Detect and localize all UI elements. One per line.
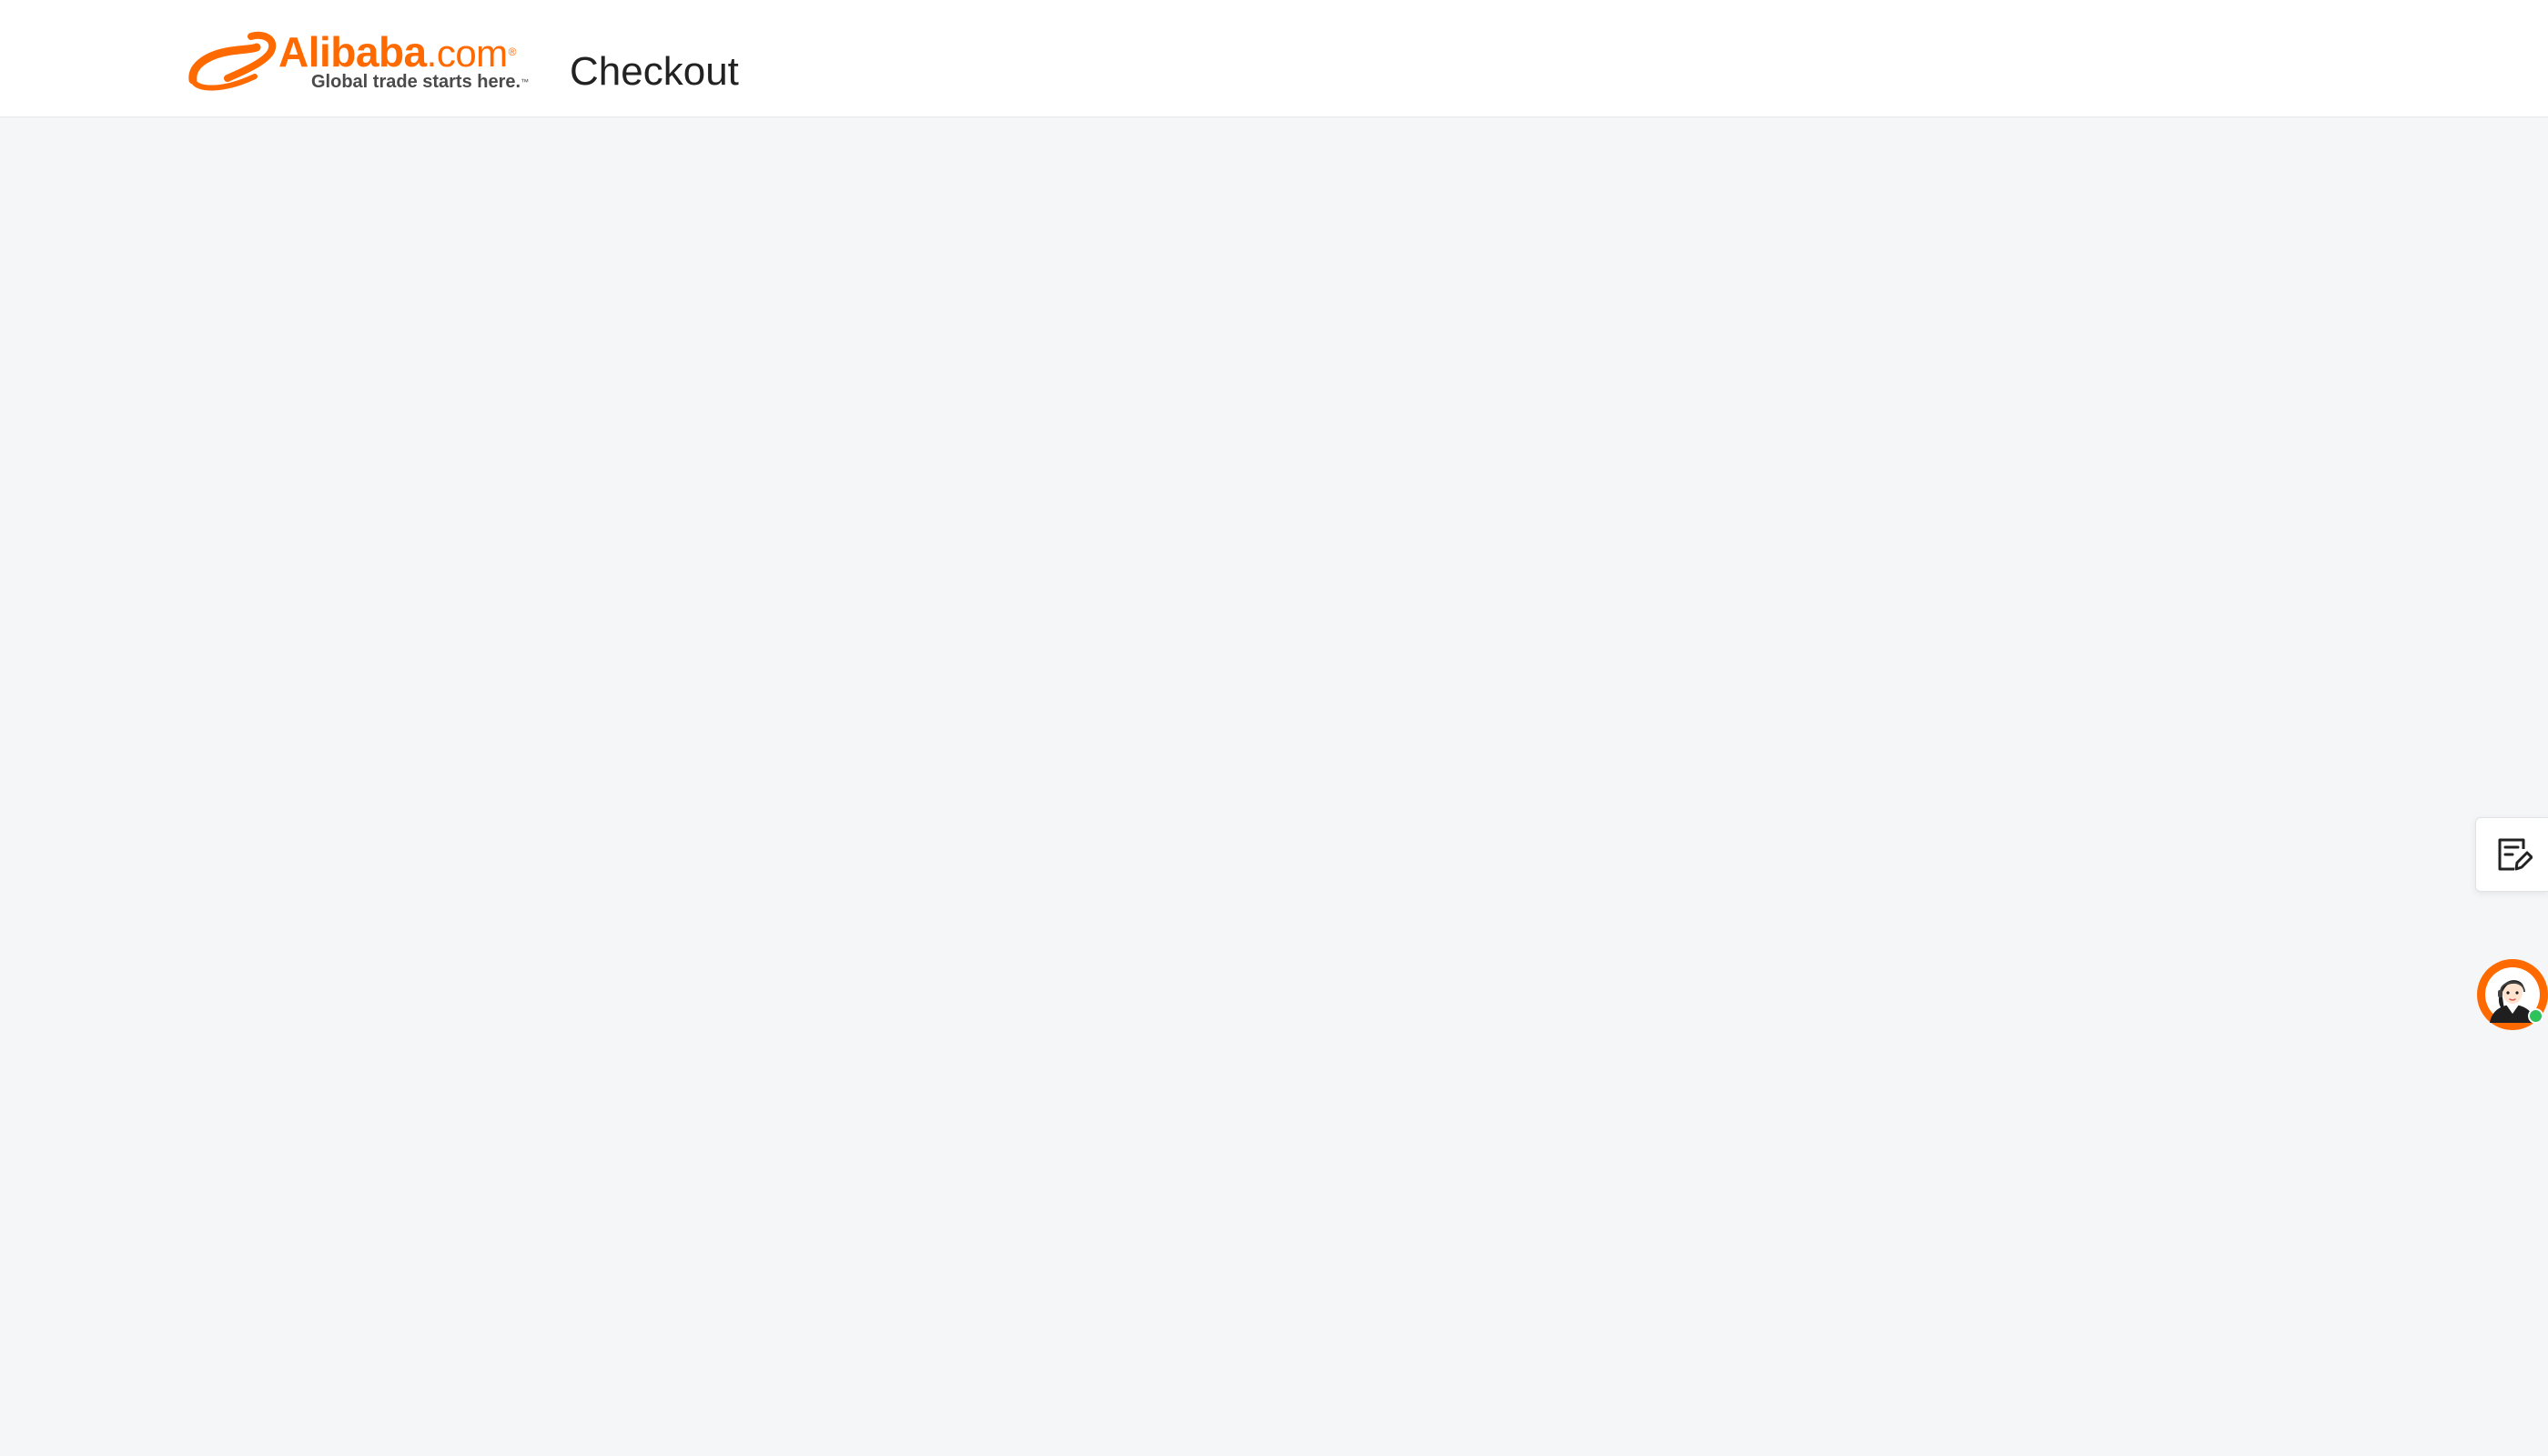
feedback-note-edit-icon — [2498, 838, 2533, 871]
top-header: Alibaba.com® Global trade starts here.™ … — [0, 0, 2548, 117]
feedback-button[interactable] — [2475, 817, 2548, 892]
logo-domain: .com — [426, 32, 509, 75]
alibaba-smile-icon — [188, 31, 277, 91]
alibaba-logo[interactable]: Alibaba.com® Global trade starts here.™ — [187, 28, 533, 95]
logo-wordmark: Alibaba — [278, 28, 427, 76]
online-status-dot — [2528, 1008, 2543, 1024]
logo-trademark: ™ — [521, 77, 530, 86]
logo-tagline: Global trade starts here. — [311, 72, 521, 92]
checkout-content-area — [0, 117, 2548, 1456]
page-title: Checkout — [570, 49, 739, 94]
customer-service-button[interactable] — [2477, 959, 2548, 1030]
logo-registered-mark: ® — [508, 46, 517, 58]
